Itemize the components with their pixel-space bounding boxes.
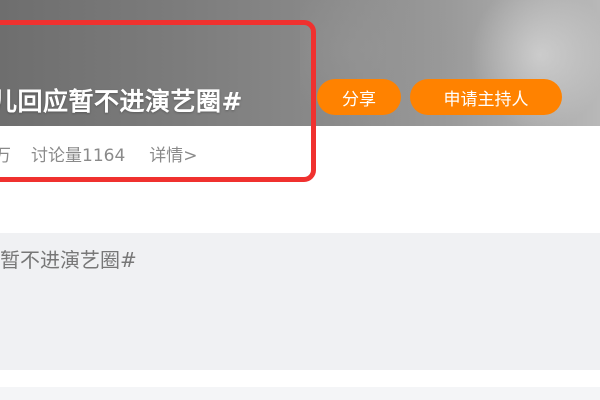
share-button[interactable]: 分享 [317,79,401,115]
apply-host-button[interactable]: 申请主持人 [410,79,562,115]
highlight-annotation-box [0,20,316,182]
next-card-edge [0,387,600,400]
topic-intro-text: 暂不进演艺圈# [0,248,137,272]
